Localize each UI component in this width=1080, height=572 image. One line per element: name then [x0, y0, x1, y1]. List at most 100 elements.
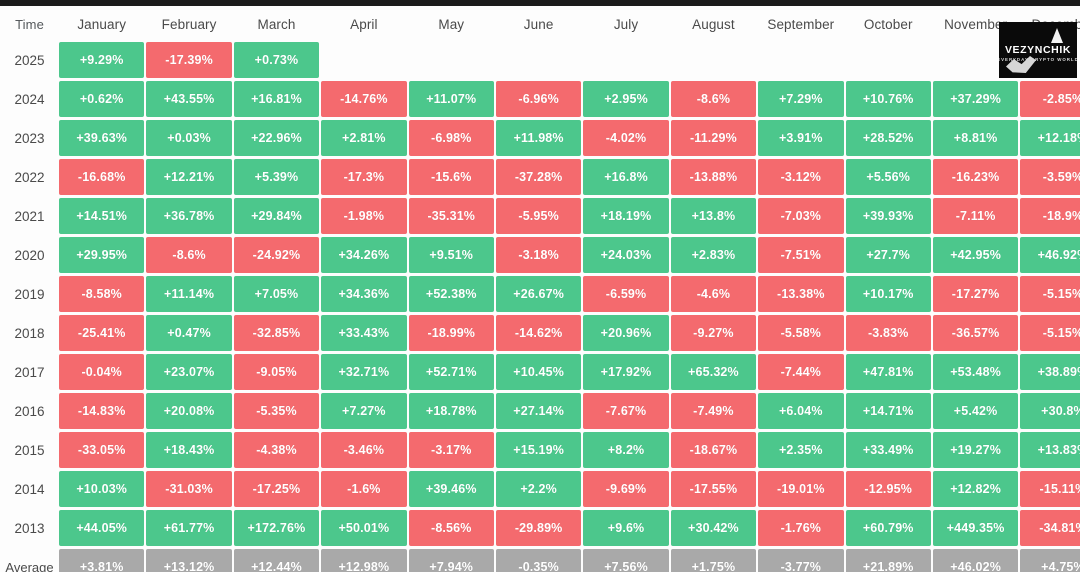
cell-2023-october[interactable]: +28.52% — [845, 120, 931, 156]
column-header-march[interactable]: March — [233, 9, 320, 39]
cell-2020-april[interactable]: +34.26% — [321, 237, 407, 273]
cell-2014-may[interactable]: +39.46% — [408, 471, 494, 507]
cell-2014-february[interactable]: -31.03% — [146, 471, 232, 507]
cell-2015-august[interactable]: -18.67% — [670, 432, 757, 468]
column-header-may[interactable]: May — [408, 9, 494, 39]
cell-2016-november[interactable]: +5.42% — [932, 393, 1019, 429]
cell-2024-july[interactable]: +2.95% — [583, 81, 669, 117]
cell-2018-june[interactable]: -14.62% — [495, 315, 582, 351]
cell-2020-june[interactable]: -3.18% — [495, 237, 582, 273]
column-header-october[interactable]: October — [845, 9, 931, 39]
cell-2024-may[interactable]: +11.07% — [408, 81, 494, 117]
cell-2014-november[interactable]: +12.82% — [932, 471, 1019, 507]
cell-2021-february[interactable]: +36.78% — [146, 198, 232, 234]
cell-average-may[interactable]: +7.94% — [408, 549, 494, 572]
cell-2013-february[interactable]: +61.77% — [146, 510, 232, 546]
cell-2021-july[interactable]: +18.19% — [583, 198, 669, 234]
cell-2015-june[interactable]: +15.19% — [495, 432, 582, 468]
cell-2013-september[interactable]: -1.76% — [758, 510, 844, 546]
cell-2018-december[interactable]: -5.15% — [1020, 315, 1080, 351]
cell-2016-june[interactable]: +27.14% — [495, 393, 582, 429]
cell-2013-october[interactable]: +60.79% — [845, 510, 931, 546]
column-header-time[interactable]: Time — [2, 9, 57, 39]
cell-2016-january[interactable]: -14.83% — [59, 393, 145, 429]
cell-2014-july[interactable]: -9.69% — [583, 471, 669, 507]
cell-2020-march[interactable]: -24.92% — [233, 237, 320, 273]
cell-2016-may[interactable]: +18.78% — [408, 393, 494, 429]
cell-average-august[interactable]: +1.75% — [670, 549, 757, 572]
cell-2025-february[interactable]: -17.39% — [146, 42, 232, 78]
cell-average-october[interactable]: +21.89% — [845, 549, 931, 572]
cell-2015-october[interactable]: +33.49% — [845, 432, 931, 468]
cell-2014-april[interactable]: -1.6% — [321, 471, 407, 507]
cell-average-july[interactable]: +7.56% — [583, 549, 669, 572]
row-label-2017[interactable]: 2017 — [2, 354, 57, 390]
cell-2019-july[interactable]: -6.59% — [583, 276, 669, 312]
cell-2024-november[interactable]: +37.29% — [932, 81, 1019, 117]
cell-2023-july[interactable]: -4.02% — [583, 120, 669, 156]
cell-2016-july[interactable]: -7.67% — [583, 393, 669, 429]
cell-2023-september[interactable]: +3.91% — [758, 120, 844, 156]
cell-2014-september[interactable]: -19.01% — [758, 471, 844, 507]
cell-2022-april[interactable]: -17.3% — [321, 159, 407, 195]
cell-2016-september[interactable]: +6.04% — [758, 393, 844, 429]
cell-2021-october[interactable]: +39.93% — [845, 198, 931, 234]
row-label-2013[interactable]: 2013 — [2, 510, 57, 546]
row-label-2020[interactable]: 2020 — [2, 237, 57, 273]
cell-2015-december[interactable]: +13.83% — [1020, 432, 1080, 468]
cell-2013-may[interactable]: -8.56% — [408, 510, 494, 546]
cell-2023-march[interactable]: +22.96% — [233, 120, 320, 156]
row-label-2022[interactable]: 2022 — [2, 159, 57, 195]
cell-2024-april[interactable]: -14.76% — [321, 81, 407, 117]
cell-2016-april[interactable]: +7.27% — [321, 393, 407, 429]
row-label-2015[interactable]: 2015 — [2, 432, 57, 468]
cell-average-november[interactable]: +46.02% — [932, 549, 1019, 572]
cell-average-april[interactable]: +12.98% — [321, 549, 407, 572]
cell-2017-march[interactable]: -9.05% — [233, 354, 320, 390]
row-label-2018[interactable]: 2018 — [2, 315, 57, 351]
cell-2021-september[interactable]: -7.03% — [758, 198, 844, 234]
cell-2023-april[interactable]: +2.81% — [321, 120, 407, 156]
cell-2017-february[interactable]: +23.07% — [146, 354, 232, 390]
cell-2019-december[interactable]: -5.15% — [1020, 276, 1080, 312]
cell-2024-september[interactable]: +7.29% — [758, 81, 844, 117]
column-header-august[interactable]: August — [670, 9, 757, 39]
cell-2016-february[interactable]: +20.08% — [146, 393, 232, 429]
cell-2019-april[interactable]: +34.36% — [321, 276, 407, 312]
cell-2024-february[interactable]: +43.55% — [146, 81, 232, 117]
cell-2018-october[interactable]: -3.83% — [845, 315, 931, 351]
cell-2019-january[interactable]: -8.58% — [59, 276, 145, 312]
cell-2021-june[interactable]: -5.95% — [495, 198, 582, 234]
cell-2014-january[interactable]: +10.03% — [59, 471, 145, 507]
cell-2019-may[interactable]: +52.38% — [408, 276, 494, 312]
cell-2021-december[interactable]: -18.9% — [1020, 198, 1080, 234]
cell-2014-june[interactable]: +2.2% — [495, 471, 582, 507]
cell-2018-july[interactable]: +20.96% — [583, 315, 669, 351]
row-label-2025[interactable]: 2025 — [2, 42, 57, 78]
cell-2015-july[interactable]: +8.2% — [583, 432, 669, 468]
cell-2024-december[interactable]: -2.85% — [1020, 81, 1080, 117]
cell-2021-march[interactable]: +29.84% — [233, 198, 320, 234]
cell-average-december[interactable]: +4.75% — [1020, 549, 1080, 572]
cell-2013-december[interactable]: -34.81% — [1020, 510, 1080, 546]
cell-2019-june[interactable]: +26.67% — [495, 276, 582, 312]
cell-2018-november[interactable]: -36.57% — [932, 315, 1019, 351]
cell-2014-december[interactable]: -15.11% — [1020, 471, 1080, 507]
cell-2015-april[interactable]: -3.46% — [321, 432, 407, 468]
cell-2024-october[interactable]: +10.76% — [845, 81, 931, 117]
cell-2023-may[interactable]: -6.98% — [408, 120, 494, 156]
cell-average-september[interactable]: -3.77% — [758, 549, 844, 572]
cell-2013-january[interactable]: +44.05% — [59, 510, 145, 546]
cell-2016-december[interactable]: +30.8% — [1020, 393, 1080, 429]
cell-2017-october[interactable]: +47.81% — [845, 354, 931, 390]
cell-2023-december[interactable]: +12.18% — [1020, 120, 1080, 156]
cell-2015-november[interactable]: +19.27% — [932, 432, 1019, 468]
cell-2017-may[interactable]: +52.71% — [408, 354, 494, 390]
cell-2023-january[interactable]: +39.63% — [59, 120, 145, 156]
cell-2013-june[interactable]: -29.89% — [495, 510, 582, 546]
cell-2022-august[interactable]: -13.88% — [670, 159, 757, 195]
cell-2024-january[interactable]: +0.62% — [59, 81, 145, 117]
cell-average-february[interactable]: +13.12% — [146, 549, 232, 572]
cell-2014-march[interactable]: -17.25% — [233, 471, 320, 507]
cell-2020-february[interactable]: -8.6% — [146, 237, 232, 273]
